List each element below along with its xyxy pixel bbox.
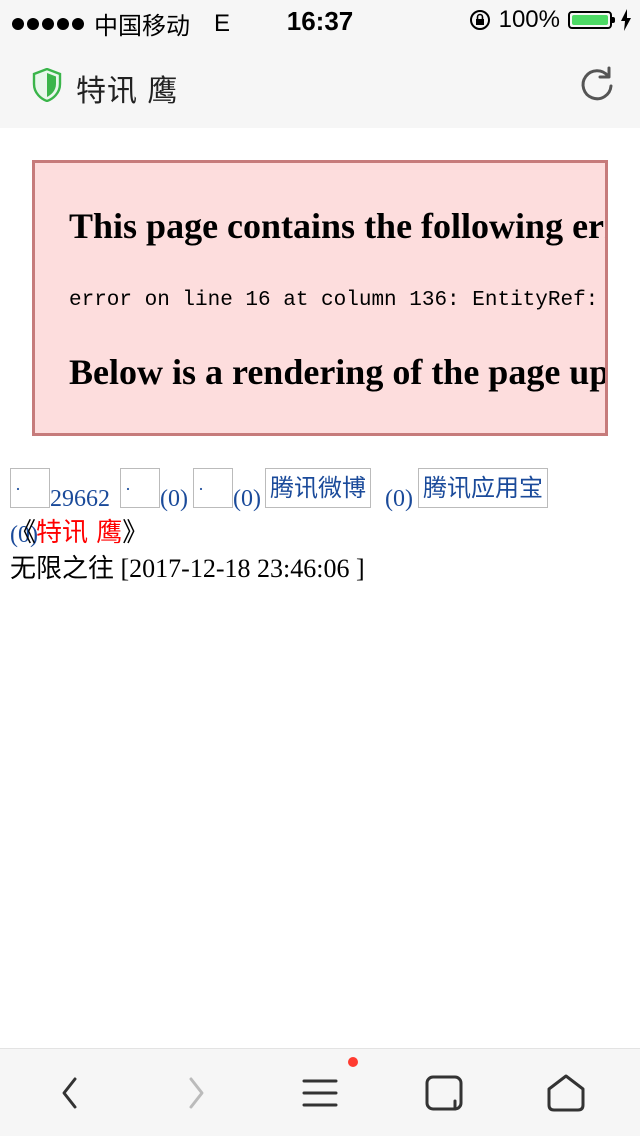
breadcrumb-title-link[interactable]: 特讯 鹰 [36,518,122,548]
menu-icon[interactable] [298,1071,342,1115]
charging-bolt-icon [621,9,631,31]
broken-image-3[interactable]: · [193,468,233,508]
back-icon[interactable] [48,1071,92,1115]
count-main[interactable]: 29662 [50,486,110,513]
broken-image-dot: · [15,479,21,499]
appstore-link[interactable]: 腾讯应用宝 [418,468,548,508]
count-3[interactable]: (0) [385,486,413,513]
tabs-icon[interactable] [422,1071,466,1115]
forward-icon[interactable] [174,1071,218,1115]
home-icon[interactable] [544,1071,588,1115]
menu-badge [348,1057,358,1067]
page-title: 特讯 鹰 [76,75,179,108]
battery-icon [568,11,615,29]
error-below-note: Below is a rendering of the page up to t… [69,352,608,392]
breadcrumb: 《特讯 鹰》 [10,512,148,549]
error-detail: error on line 16 at column 136: EntityRe… [69,289,605,312]
browser-toolbar [0,1048,640,1136]
xml-error-box: This page contains the following errors:… [32,160,608,436]
error-heading: This page contains the following errors: [69,206,605,246]
author-name: 无限之往 [10,554,115,584]
reload-icon[interactable] [578,64,616,102]
count-1[interactable]: (0) [160,486,188,513]
orientation-lock-icon [469,10,490,30]
battery-percent: 100% [498,6,560,33]
status-bar: 中国移动 E 16:37 100% [0,0,640,40]
breadcrumb-close: 》 [122,518,149,548]
broken-image-dot: · [125,479,131,499]
count-2[interactable]: (0) [233,486,261,513]
status-right: 100% [469,6,632,34]
weibo-link[interactable]: 腾讯微博 [265,468,371,508]
shield-icon [32,68,62,102]
broken-image-dot: · [198,479,204,499]
broken-image-1[interactable]: · [10,468,50,508]
post-timestamp: [2017-12-18 23:46:06 ] [120,554,365,583]
browser-title-bar: 特讯 鹰 [0,40,640,128]
broken-image-2[interactable]: · [120,468,160,508]
post-meta: 无限之往 [2017-12-18 23:46:06 ] [10,548,365,585]
breadcrumb-open: 《 [10,518,37,548]
